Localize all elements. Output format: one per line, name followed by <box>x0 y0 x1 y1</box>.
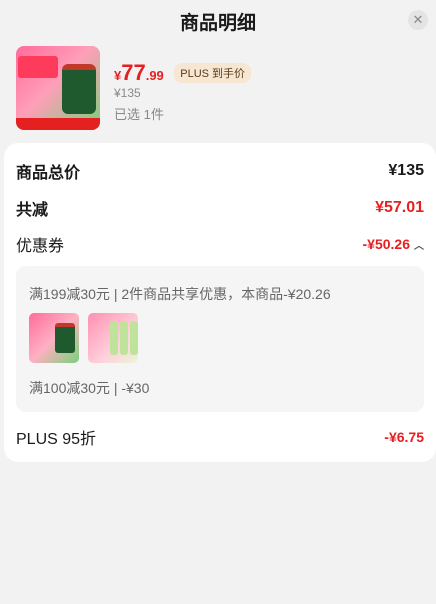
coupon-product-image-2[interactable] <box>88 313 138 363</box>
coupon-detail-1: 满199减30元 | 2件商品共享优惠，本商品-¥20.26 <box>29 286 331 302</box>
image-banner <box>18 56 58 78</box>
image-jar <box>62 64 96 114</box>
coupon-label: 优惠券 <box>16 238 65 255</box>
product-item: ¥77.99 PLUS 到手价 ¥135 已选 1件 <box>0 40 436 136</box>
price-integer: 77 <box>121 60 146 85</box>
coupon-product-image-1[interactable] <box>29 313 79 363</box>
mini-tube <box>120 321 128 355</box>
chevron-up-icon: ︿ <box>414 241 424 252</box>
mini-tube <box>130 321 138 355</box>
page-title: 商品明细 <box>179 13 256 34</box>
plus-price-badge: PLUS 到手价 <box>174 63 252 83</box>
coupon-detail-box: 满199减30元 | 2件商品共享优惠，本商品-¥20.26 满100减30元 … <box>16 266 424 412</box>
mini-jar <box>55 323 75 353</box>
mini-tube <box>110 321 118 355</box>
price-row: ¥77.99 PLUS 到手价 <box>114 60 252 86</box>
close-icon: ✕ <box>412 12 424 27</box>
original-price: ¥135 <box>114 86 141 100</box>
close-button[interactable]: ✕ <box>408 10 428 30</box>
coupon-value: -¥50.26 <box>362 236 410 252</box>
image-strip <box>16 118 100 130</box>
total-row: 商品总价 ¥135 <box>16 159 424 183</box>
discount-row: 共减 ¥57.01 <box>16 196 424 220</box>
plus-label: PLUS 95折 <box>16 431 97 448</box>
product-image[interactable] <box>16 46 100 130</box>
discount-value: ¥57.01 <box>375 199 424 216</box>
total-label: 商品总价 <box>16 165 81 182</box>
total-value: ¥135 <box>388 162 424 179</box>
selected-quantity: 已选 1件 <box>114 107 164 122</box>
plus-row: PLUS 95折 -¥6.75 <box>16 425 424 449</box>
discount-label: 共减 <box>16 202 49 219</box>
plus-value: -¥6.75 <box>384 429 424 445</box>
sheet-header: 商品明细 ✕ <box>0 0 436 40</box>
final-price: ¥77.99 <box>114 60 164 86</box>
coupon-value-wrap: -¥50.26 ︿ <box>363 236 424 252</box>
price-decimal: .99 <box>145 68 164 83</box>
coupon-row[interactable]: 优惠券 -¥50.26 ︿ <box>16 232 424 256</box>
price-detail-card: 商品总价 ¥135 共减 ¥57.01 优惠券 -¥50.26 ︿ 满199减30… <box>4 143 436 462</box>
coupon-detail-2: 满100减30元 | -¥30 <box>29 380 150 396</box>
